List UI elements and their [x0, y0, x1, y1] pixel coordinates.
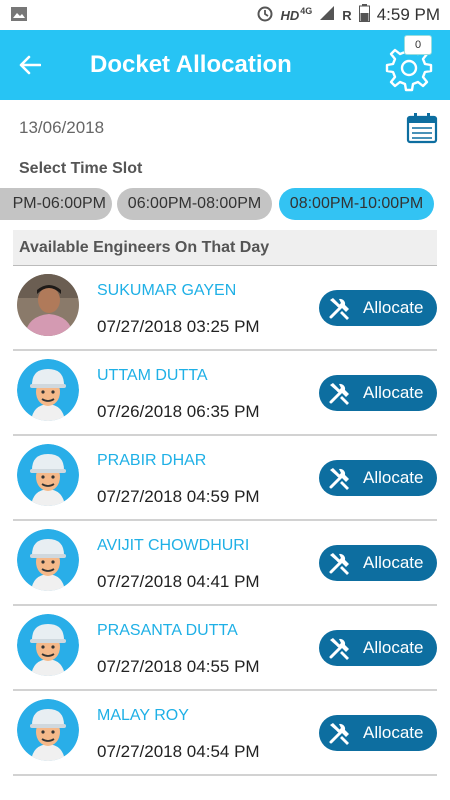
allocate-label: Allocate [363, 383, 424, 402]
calendar-icon[interactable] [406, 112, 438, 144]
section-heading: Available Engineers On That Day [13, 230, 437, 266]
engineer-datetime: 07/27/2018 04:54 PM [97, 742, 260, 761]
allocate-label: Allocate [363, 638, 424, 657]
engineer-name: PRASANTA DUTTA [97, 622, 238, 639]
status-bar: HD 4G R 4:59 PM [0, 0, 450, 30]
engineer-name: UTTAM DUTTA [97, 367, 208, 384]
tools-icon [329, 553, 349, 575]
engineer-row: PRABIR DHAR 07/27/2018 04:59 PM Allocate [13, 436, 437, 521]
network-type: 4G [300, 6, 313, 16]
time-slot-chip[interactable]: 06:00PM-08:00PM [117, 188, 272, 220]
allocate-button[interactable]: Allocate [319, 715, 437, 751]
engineer-list: SUKUMAR GAYEN 07/27/2018 03:25 PM Alloca… [13, 266, 437, 776]
date-row: 13/06/2018 [0, 100, 450, 156]
engineer-datetime: 07/27/2018 04:41 PM [97, 572, 260, 591]
engineer-datetime: 07/27/2018 04:59 PM [97, 487, 260, 506]
engineer-row: UTTAM DUTTA 07/26/2018 06:35 PM Allocate [13, 351, 437, 436]
page-title: Docket Allocation [90, 51, 292, 78]
tools-icon [329, 383, 349, 405]
allocate-button[interactable]: Allocate [319, 375, 437, 411]
roaming-indicator: R [342, 7, 352, 23]
engineer-avatar-icon [17, 359, 79, 421]
engineer-row: PRASANTA DUTTA 07/27/2018 04:55 PM Alloc… [13, 606, 437, 691]
allocate-label: Allocate [363, 298, 424, 317]
time-slot-chip[interactable]: PM-06:00PM [0, 188, 112, 220]
engineer-avatar-icon [17, 614, 79, 676]
alarm-icon [256, 4, 274, 26]
engineer-datetime: 07/27/2018 04:55 PM [97, 657, 260, 676]
allocate-label: Allocate [363, 468, 424, 487]
allocate-button[interactable]: Allocate [319, 290, 437, 326]
notification-badge: 0 [404, 35, 432, 55]
tools-icon [329, 468, 349, 490]
clock: 4:59 PM [376, 5, 440, 24]
allocate-button[interactable]: Allocate [319, 545, 437, 581]
engineer-avatar-icon [17, 699, 79, 761]
engineer-row: AVIJIT CHOWDHURI 07/27/2018 04:41 PM All… [13, 521, 437, 606]
tools-icon [329, 723, 349, 745]
back-button[interactable] [0, 30, 60, 100]
allocate-button[interactable]: Allocate [319, 460, 437, 496]
hd-indicator: HD [280, 7, 300, 23]
allocate-label: Allocate [363, 723, 424, 742]
selected-date: 13/06/2018 [19, 118, 105, 137]
engineer-avatar-icon [17, 444, 79, 506]
time-slot-chip-selected[interactable]: 08:00PM-10:00PM [279, 188, 434, 220]
battery-icon [358, 4, 370, 26]
app-bar: Docket Allocation 0 [0, 30, 450, 100]
signal-icon [319, 5, 335, 25]
engineer-datetime: 07/26/2018 06:35 PM [97, 402, 260, 421]
gallery-notification-icon [10, 6, 30, 24]
engineer-row: SUKUMAR GAYEN 07/27/2018 03:25 PM Alloca… [13, 266, 437, 351]
avatar-photo [17, 274, 79, 336]
engineer-name: SUKUMAR GAYEN [97, 282, 237, 299]
settings-button[interactable]: 0 [382, 35, 438, 94]
engineer-name: AVIJIT CHOWDHURI [97, 537, 250, 554]
engineer-avatar-icon [17, 529, 79, 591]
engineer-name: PRABIR DHAR [97, 452, 207, 469]
tools-icon [329, 298, 349, 320]
time-slot-list: PM-06:00PM 06:00PM-08:00PM 08:00PM-10:00… [0, 182, 450, 228]
time-slot-label: Select Time Slot [19, 160, 143, 177]
allocate-label: Allocate [363, 553, 424, 572]
engineer-datetime: 07/27/2018 03:25 PM [97, 317, 260, 336]
arrow-left-icon [19, 55, 41, 75]
tools-icon [329, 638, 349, 660]
allocate-button[interactable]: Allocate [319, 630, 437, 666]
engineer-name: MALAY ROY [97, 707, 189, 724]
engineer-row: MALAY ROY 07/27/2018 04:54 PM Allocate [13, 691, 437, 776]
